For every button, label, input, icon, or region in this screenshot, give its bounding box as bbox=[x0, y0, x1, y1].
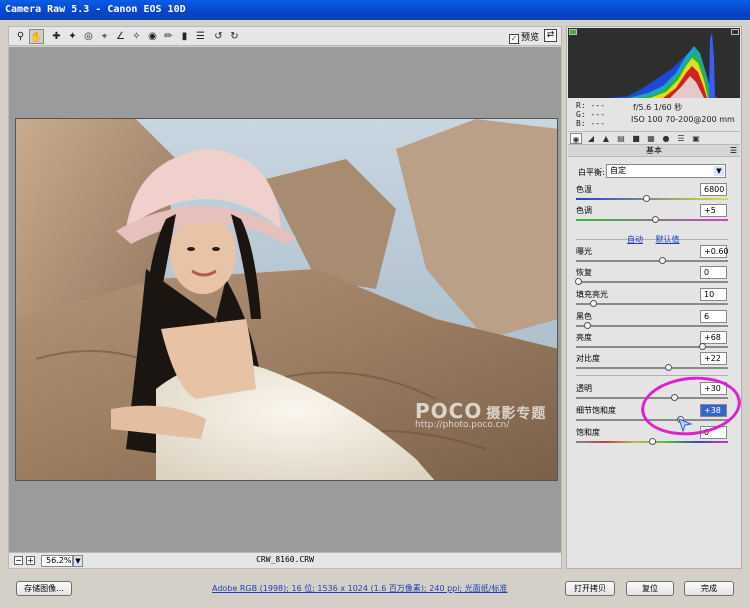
done-button[interactable]: 完成 bbox=[684, 581, 734, 596]
watermark: POCO 摄影专题 http://photo.poco.cn/ bbox=[415, 399, 555, 430]
section-title: 基本 bbox=[646, 146, 662, 155]
cursor-icon bbox=[678, 418, 692, 432]
basic-tab-icon[interactable]: ◉ bbox=[570, 133, 582, 144]
slider-value-field[interactable]: 6 bbox=[700, 310, 727, 323]
split-toning-tab-icon[interactable]: ■ bbox=[630, 133, 642, 144]
snapshots-tab-icon[interactable]: ▣ bbox=[690, 133, 702, 144]
toolbar: ⚲ ✋ ✚ ✦ ◎ ⌖ ∠ ✧ ◉ ✏ ▮ ☰ ↺ ↻ ✓ 预览 ⇄ bbox=[8, 26, 562, 46]
slider-label: 色调 bbox=[576, 206, 592, 215]
slider-value-field[interactable]: 6800 bbox=[700, 183, 727, 196]
slider-track[interactable] bbox=[576, 198, 728, 200]
slider-value-field[interactable]: 10 bbox=[700, 288, 727, 301]
slider-track[interactable] bbox=[576, 367, 728, 369]
workflow-options-link[interactable]: Adobe RGB (1998); 16 位; 1536 x 1024 (1.6… bbox=[212, 583, 507, 594]
detail-tab-icon[interactable]: ▲ bbox=[600, 133, 612, 144]
iso-lens: ISO 100 70-200@200 mm bbox=[631, 115, 735, 124]
preview-checkbox[interactable]: ✓ 预览 bbox=[509, 30, 539, 44]
panel-menu-icon[interactable]: ☰ bbox=[730, 145, 737, 157]
chevron-down-icon: ▼ bbox=[714, 166, 724, 176]
hsl-tab-icon[interactable]: ▤ bbox=[615, 133, 627, 144]
white-balance-label: 白平衡: bbox=[578, 168, 605, 177]
slider-label: 对比度 bbox=[576, 354, 600, 363]
status-bar: − + 56.2% ▼ CRW_8160.CRW bbox=[8, 552, 562, 569]
slider-label: 填充亮光 bbox=[576, 290, 608, 299]
slider-value-field[interactable]: +22 bbox=[700, 352, 727, 365]
slider-label: 黑色 bbox=[576, 312, 592, 321]
crop-icon[interactable]: ⌖ bbox=[97, 29, 112, 44]
slider-label: 细节饱和度 bbox=[576, 406, 616, 415]
slider-track[interactable] bbox=[576, 281, 728, 283]
rotate-ccw-icon[interactable]: ↺ bbox=[211, 29, 226, 44]
slider-label: 饱和度 bbox=[576, 428, 600, 437]
fullscreen-icon[interactable]: ⇄ bbox=[544, 29, 557, 42]
lens-corrections-tab-icon[interactable]: ▦ bbox=[645, 133, 657, 144]
graduated-filter-icon[interactable]: ▮ bbox=[177, 29, 192, 44]
open-copy-button[interactable]: 打开拷贝 bbox=[565, 581, 615, 596]
green-readout: G: --- bbox=[576, 110, 605, 119]
slider-value-field[interactable]: 0 bbox=[700, 266, 727, 279]
camera-calibration-tab-icon[interactable]: ● bbox=[660, 133, 672, 144]
white-balance-select[interactable]: 自定 ▼ bbox=[606, 164, 726, 178]
straighten-icon[interactable]: ∠ bbox=[113, 29, 128, 44]
slider-label: 色温 bbox=[576, 185, 592, 194]
slider-thumb[interactable] bbox=[651, 216, 659, 223]
preferences-icon[interactable]: ☰ bbox=[193, 29, 208, 44]
slider-thumb[interactable] bbox=[583, 322, 591, 329]
histogram-graph bbox=[608, 33, 718, 98]
shadow-clipping-icon[interactable] bbox=[569, 29, 577, 35]
section-header: 基本 ☰ bbox=[568, 145, 740, 157]
blue-readout: B: --- bbox=[576, 119, 605, 128]
slider-label: 曝光 bbox=[576, 247, 592, 256]
presets-tab-icon[interactable]: ☰ bbox=[675, 133, 687, 144]
slider-value-field[interactable]: +68 bbox=[700, 331, 727, 344]
auto-link[interactable]: 自动 bbox=[627, 235, 643, 244]
adjustment-brush-icon[interactable]: ✏ bbox=[161, 29, 176, 44]
highlight-clipping-icon[interactable] bbox=[731, 29, 739, 35]
slider-label: 恢复 bbox=[576, 268, 592, 277]
slider-label: 透明 bbox=[576, 384, 592, 393]
reset-button[interactable]: 复位 bbox=[626, 581, 674, 596]
white-balance-value: 自定 bbox=[610, 166, 626, 175]
slider-track[interactable] bbox=[576, 303, 728, 305]
slider-track[interactable] bbox=[576, 325, 728, 327]
slider-track[interactable] bbox=[576, 260, 728, 262]
hand-icon[interactable]: ✋ bbox=[29, 29, 44, 44]
red-readout: R: --- bbox=[576, 101, 605, 110]
window-title: Camera Raw 5.3 - Canon EOS 10D bbox=[0, 0, 750, 20]
color-sampler-icon[interactable]: ✦ bbox=[65, 29, 80, 44]
auto-default-links: 自动 默认值 bbox=[627, 234, 690, 245]
panel-tabs: ◉ ◢ ▲ ▤ ■ ▦ ● ☰ ▣ bbox=[568, 131, 740, 145]
preview-canvas[interactable]: POCO 摄影专题 http://photo.poco.cn/ bbox=[8, 47, 562, 552]
default-link[interactable]: 默认值 bbox=[656, 235, 680, 244]
save-image-button[interactable]: 存储图像... bbox=[16, 581, 72, 596]
histogram bbox=[568, 28, 740, 98]
red-eye-icon[interactable]: ◉ bbox=[145, 29, 160, 44]
slider-thumb[interactable] bbox=[649, 438, 656, 445]
slider-value-field[interactable]: +0.60 bbox=[700, 245, 729, 258]
target-adjust-icon[interactable]: ◎ bbox=[81, 29, 96, 44]
zoom-icon[interactable]: ⚲ bbox=[13, 29, 28, 44]
checkmark-icon: ✓ bbox=[509, 34, 519, 44]
preview-label: 预览 bbox=[521, 33, 540, 43]
slider-value-field[interactable]: +5 bbox=[700, 204, 727, 217]
divider bbox=[576, 375, 728, 376]
aperture-shutter: f/5.6 1/60 秒 bbox=[633, 103, 683, 112]
info-readout: R: --- G: --- B: --- f/5.6 1/60 秒 ISO 10… bbox=[573, 101, 737, 131]
slider-thumb[interactable] bbox=[575, 278, 582, 285]
white-balance-icon[interactable]: ✚ bbox=[49, 29, 64, 44]
slider-thumb[interactable] bbox=[589, 300, 597, 307]
slider-label: 亮度 bbox=[576, 333, 592, 342]
tone-curve-tab-icon[interactable]: ◢ bbox=[585, 133, 597, 144]
filename-label: CRW_8160.CRW bbox=[256, 555, 314, 564]
spot-removal-icon[interactable]: ✧ bbox=[129, 29, 144, 44]
rotate-cw-icon[interactable]: ↻ bbox=[227, 29, 242, 44]
